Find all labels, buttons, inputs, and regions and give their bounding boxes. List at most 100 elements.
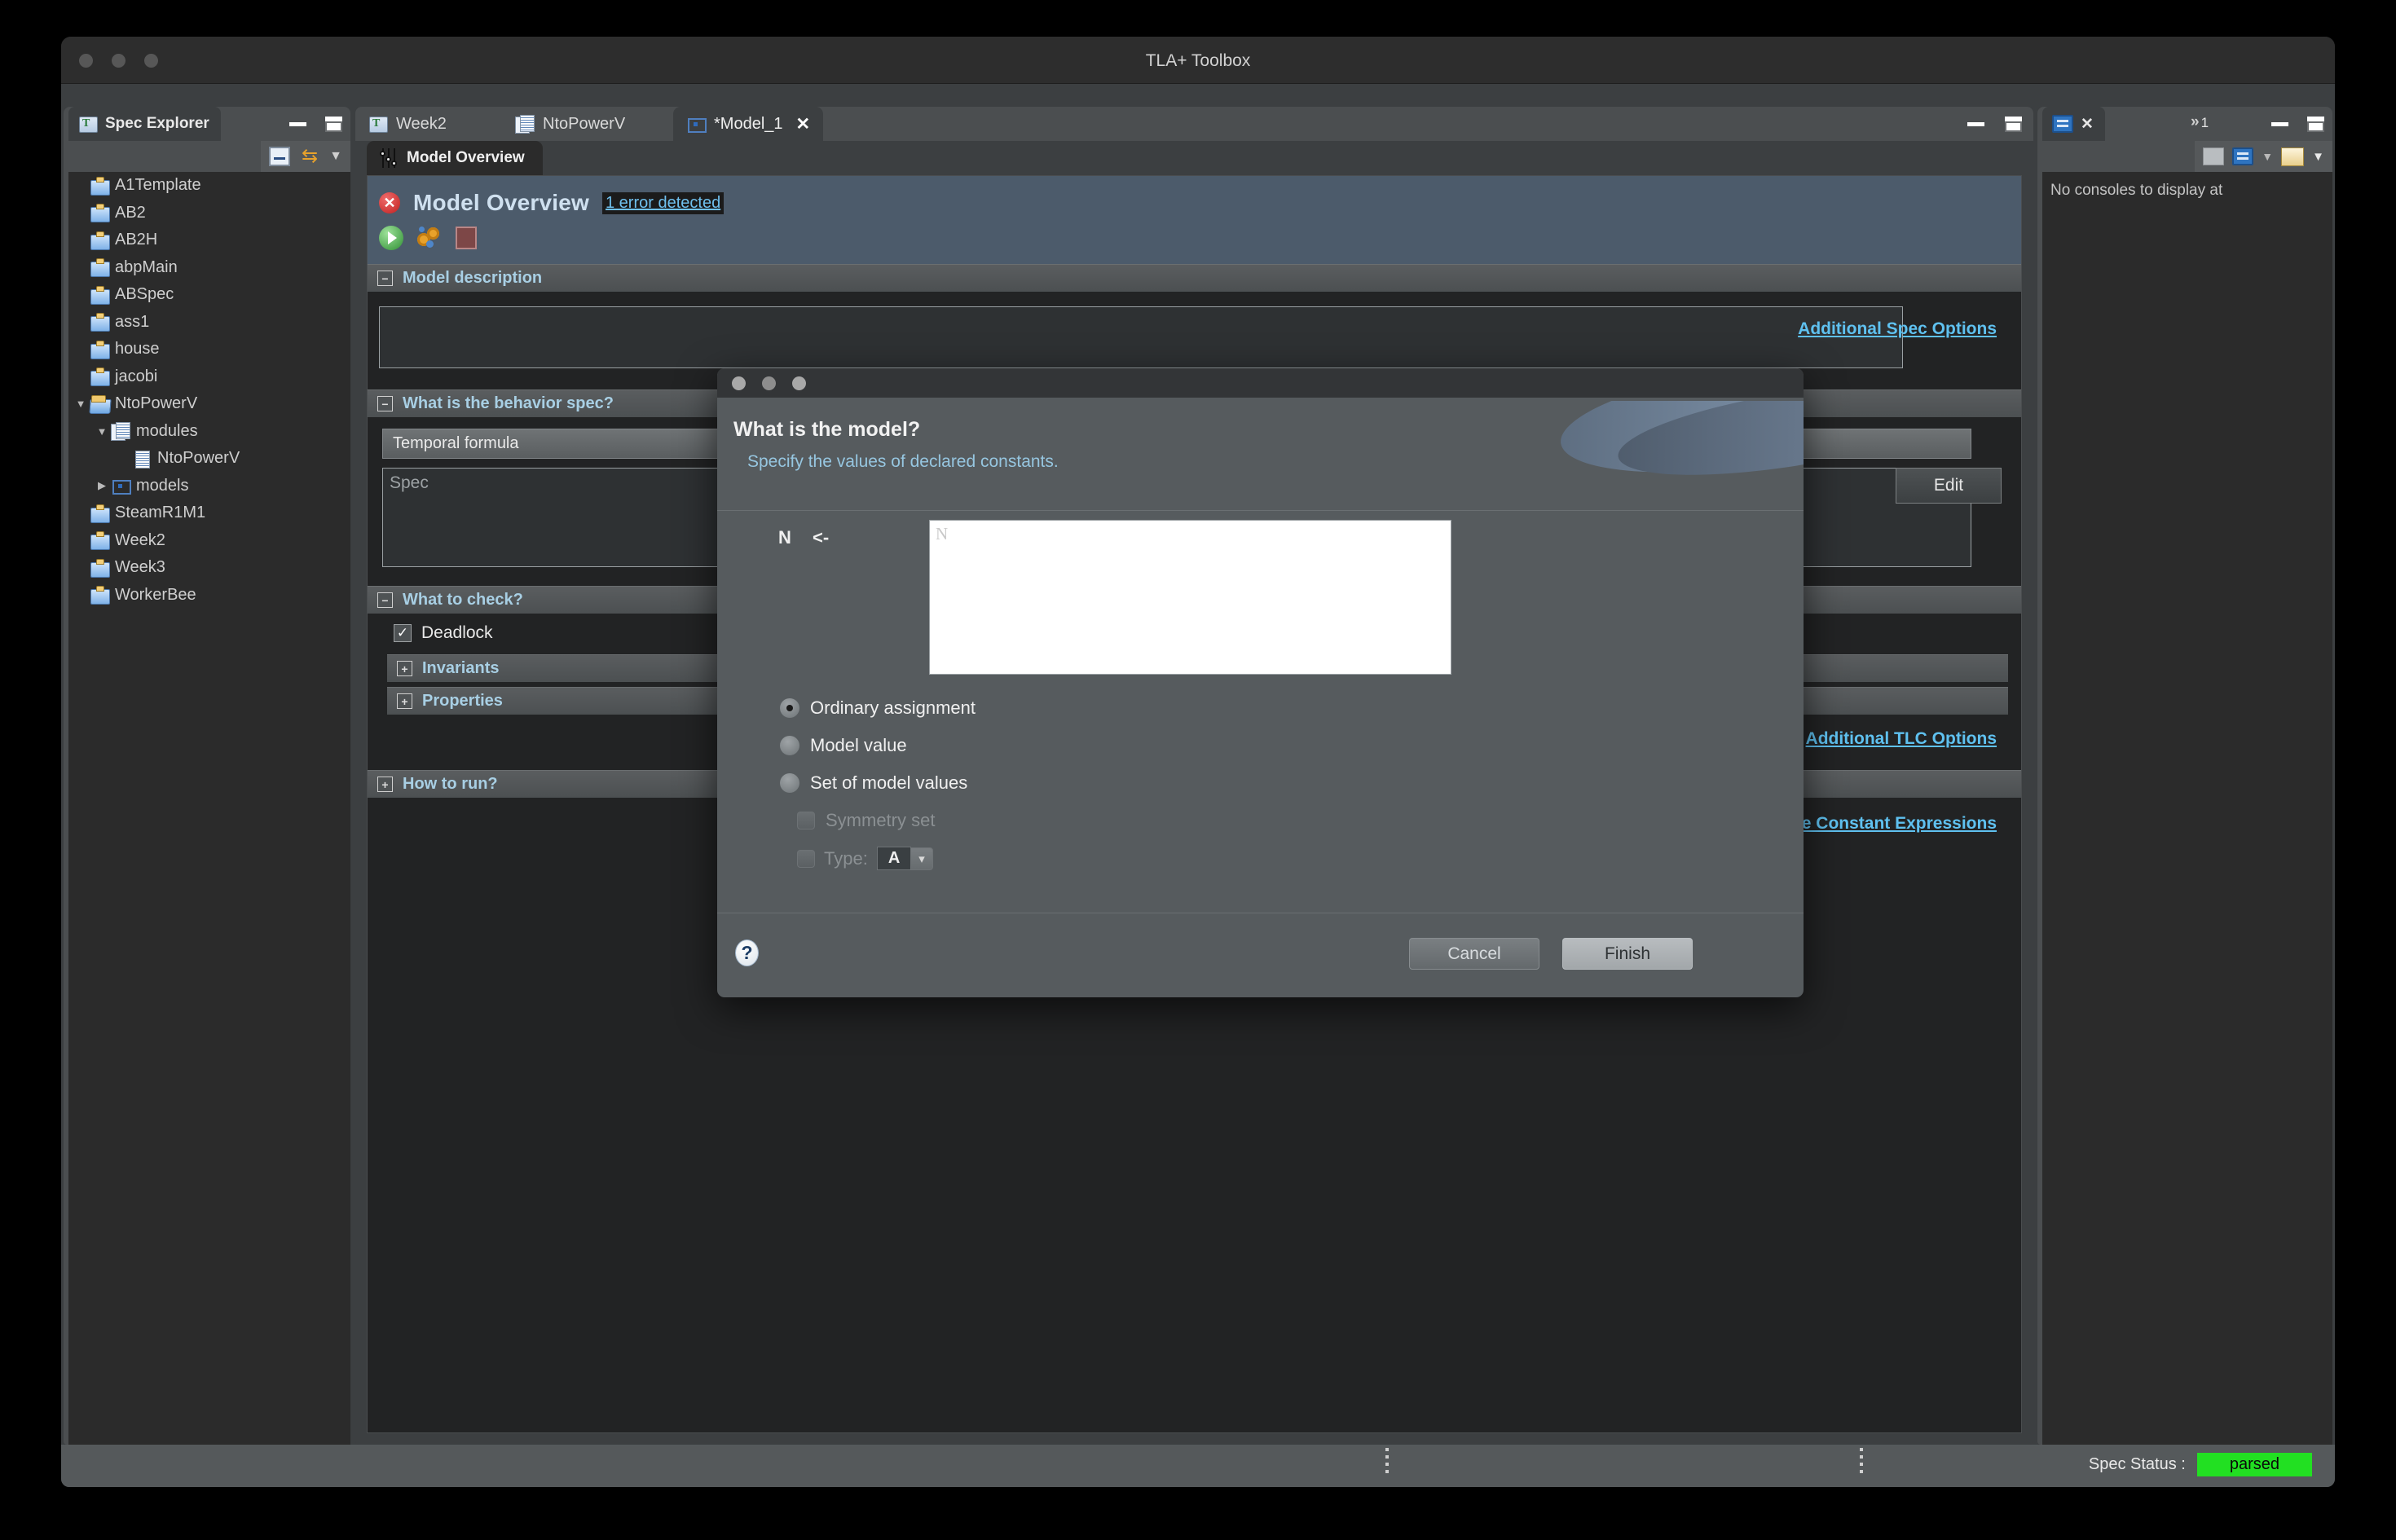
tree-item[interactable]: SteamR1M1 bbox=[68, 499, 350, 527]
section-label: How to run? bbox=[403, 775, 498, 793]
spec-icon bbox=[90, 531, 110, 551]
spec-tree[interactable]: A1Template AB2 AB2H abpMain ABSpec ass1 house j… bbox=[68, 172, 350, 1445]
deadlock-checkbox[interactable]: ✓ bbox=[394, 624, 412, 642]
stop-icon[interactable] bbox=[456, 227, 477, 249]
tree-item[interactable]: ▼ NtoPowerV bbox=[68, 390, 350, 418]
tla-spec-icon bbox=[78, 115, 98, 133]
maximize-view-icon[interactable] bbox=[2307, 117, 2324, 132]
window-title: TLA+ Toolbox bbox=[1145, 51, 1251, 70]
tab-spec-explorer[interactable]: Spec Explorer bbox=[68, 107, 221, 141]
model-description-input[interactable] bbox=[379, 306, 1903, 368]
tree-item[interactable]: house bbox=[68, 336, 350, 363]
type-dropdown: A ▾ bbox=[876, 847, 933, 870]
tree-item[interactable]: Week3 bbox=[68, 554, 350, 582]
deadlock-checkbox-row[interactable]: ✓ Deadlock bbox=[394, 623, 493, 643]
minimize-view-icon[interactable] bbox=[289, 122, 306, 126]
dialog-close-button[interactable] bbox=[732, 376, 746, 390]
minimize-view-icon[interactable] bbox=[2271, 122, 2288, 126]
collapse-icon[interactable]: − bbox=[377, 396, 393, 411]
form-tab-label: Model Overview bbox=[407, 149, 525, 166]
link-with-editor-icon[interactable]: ⇆ bbox=[302, 147, 318, 166]
tree-item[interactable]: ass1 bbox=[68, 309, 350, 337]
additional-tlc-options-link[interactable]: Additional TLC Options bbox=[1806, 729, 1997, 749]
tree-item-label: ass1 bbox=[115, 312, 150, 331]
tab-console[interactable]: ✕ bbox=[2042, 107, 2105, 141]
model-action-buttons[interactable] bbox=[379, 226, 2021, 250]
constant-name-label: N bbox=[778, 527, 791, 548]
symmetry-set-checkbox-row: Symmetry set bbox=[797, 810, 935, 831]
spec-explorer-view-controls[interactable] bbox=[289, 117, 342, 132]
tab-model-overview[interactable]: Model Overview bbox=[367, 141, 543, 175]
status-grip-right[interactable] bbox=[1860, 1448, 1863, 1477]
collapse-icon[interactable]: − bbox=[377, 271, 393, 286]
collapse-icon[interactable]: − bbox=[377, 592, 393, 608]
spec-explorer-panel: Spec Explorer ⇆ ▼ A1Template AB2 AB2H abpMa… bbox=[64, 107, 350, 1445]
minimize-view-icon[interactable] bbox=[1967, 122, 1984, 126]
tree-item[interactable]: NtoPowerV bbox=[68, 445, 350, 473]
pin-console-icon[interactable] bbox=[2203, 147, 2225, 165]
edit-button[interactable]: Edit bbox=[1896, 468, 2002, 504]
display-selected-console-icon[interactable] bbox=[2232, 147, 2254, 165]
error-detected-link[interactable]: 1 error detected bbox=[602, 191, 725, 214]
status-grip-left[interactable] bbox=[1385, 1448, 1389, 1477]
maximize-view-icon[interactable] bbox=[325, 117, 342, 132]
type-value: A bbox=[876, 847, 912, 870]
dialog-zoom-button[interactable] bbox=[792, 376, 806, 390]
spec-icon bbox=[90, 586, 110, 605]
radio-label: Ordinary assignment bbox=[810, 697, 976, 718]
spec-icon bbox=[90, 504, 110, 523]
maximize-view-icon[interactable] bbox=[2005, 117, 2022, 132]
tree-item[interactable]: A1Template bbox=[68, 172, 350, 200]
tree-item[interactable]: ▼ modules bbox=[68, 418, 350, 446]
twisty-icon[interactable]: ▼ bbox=[93, 425, 111, 438]
page-title: Model Overview bbox=[413, 190, 589, 215]
console-view-controls[interactable] bbox=[2271, 117, 2324, 132]
console-tab-close[interactable]: ✕ bbox=[2081, 115, 2094, 134]
console-overflow-indicator[interactable]: » 1 bbox=[2191, 113, 2209, 131]
view-menu-icon[interactable]: ▼ bbox=[329, 149, 342, 164]
editor-tab-model1[interactable]: *Model_1 ✕ bbox=[673, 107, 824, 141]
run-green-icon[interactable] bbox=[379, 226, 403, 250]
tree-item[interactable]: Week2 bbox=[68, 527, 350, 555]
expand-icon[interactable]: + bbox=[377, 777, 393, 792]
dialog-content: N <- N Ordinary assignment Model value S… bbox=[717, 511, 1804, 913]
help-button[interactable]: ? bbox=[735, 939, 759, 966]
tree-item[interactable]: ▶ models bbox=[68, 473, 350, 500]
editor-tab-week2[interactable]: Week2 bbox=[355, 107, 460, 141]
tree-item[interactable]: AB2 bbox=[68, 200, 350, 227]
tree-item[interactable]: ABSpec bbox=[68, 281, 350, 309]
radio-icon[interactable] bbox=[780, 736, 799, 755]
tree-item[interactable]: jacobi bbox=[68, 363, 350, 391]
radio-set-of-model-values[interactable]: Set of model values bbox=[780, 772, 967, 794]
spec-explorer-toolbar[interactable]: ⇆ ▼ bbox=[261, 141, 350, 172]
tree-item[interactable]: WorkerBee bbox=[68, 582, 350, 609]
radio-icon[interactable] bbox=[780, 698, 799, 718]
tree-item[interactable]: abpMain bbox=[68, 254, 350, 282]
constant-value-input[interactable]: N bbox=[929, 520, 1451, 675]
chevron-down-icon[interactable]: ▼ bbox=[2312, 150, 2324, 164]
additional-spec-options-link[interactable]: Additional Spec Options bbox=[1798, 319, 1997, 339]
editor-tab-ntopowerv[interactable]: NtoPowerV bbox=[502, 107, 638, 141]
expand-icon[interactable]: + bbox=[397, 661, 412, 676]
expand-icon[interactable]: + bbox=[397, 693, 412, 709]
dialog-footer: ? Cancel Finish bbox=[717, 913, 1804, 997]
twisty-icon[interactable]: ▼ bbox=[72, 398, 90, 410]
radio-model-value[interactable]: Model value bbox=[780, 735, 907, 756]
twisty-icon[interactable]: ▶ bbox=[93, 479, 111, 492]
console-toolbar[interactable]: ▼ ▼ bbox=[2195, 141, 2332, 172]
dialog-minimize-button[interactable] bbox=[762, 376, 776, 390]
radio-ordinary-assignment[interactable]: Ordinary assignment bbox=[780, 697, 976, 719]
open-console-icon[interactable] bbox=[2281, 147, 2305, 166]
chevron-down-icon[interactable]: ▼ bbox=[2262, 150, 2273, 163]
section-header-model-description[interactable]: − Model description bbox=[368, 264, 2021, 292]
finish-button[interactable]: Finish bbox=[1562, 938, 1693, 970]
collapse-all-icon[interactable] bbox=[269, 147, 291, 166]
tree-item[interactable]: AB2H bbox=[68, 227, 350, 254]
cancel-button[interactable]: Cancel bbox=[1409, 938, 1539, 970]
editor-view-controls[interactable] bbox=[1967, 117, 2022, 132]
editor-tabbar: Week2 NtoPowerV *Model_1 ✕ bbox=[355, 107, 2033, 141]
spec-open-icon bbox=[90, 394, 109, 413]
close-icon[interactable]: ✕ bbox=[796, 114, 811, 134]
gears-icon[interactable] bbox=[417, 226, 442, 250]
radio-icon[interactable] bbox=[780, 773, 799, 793]
